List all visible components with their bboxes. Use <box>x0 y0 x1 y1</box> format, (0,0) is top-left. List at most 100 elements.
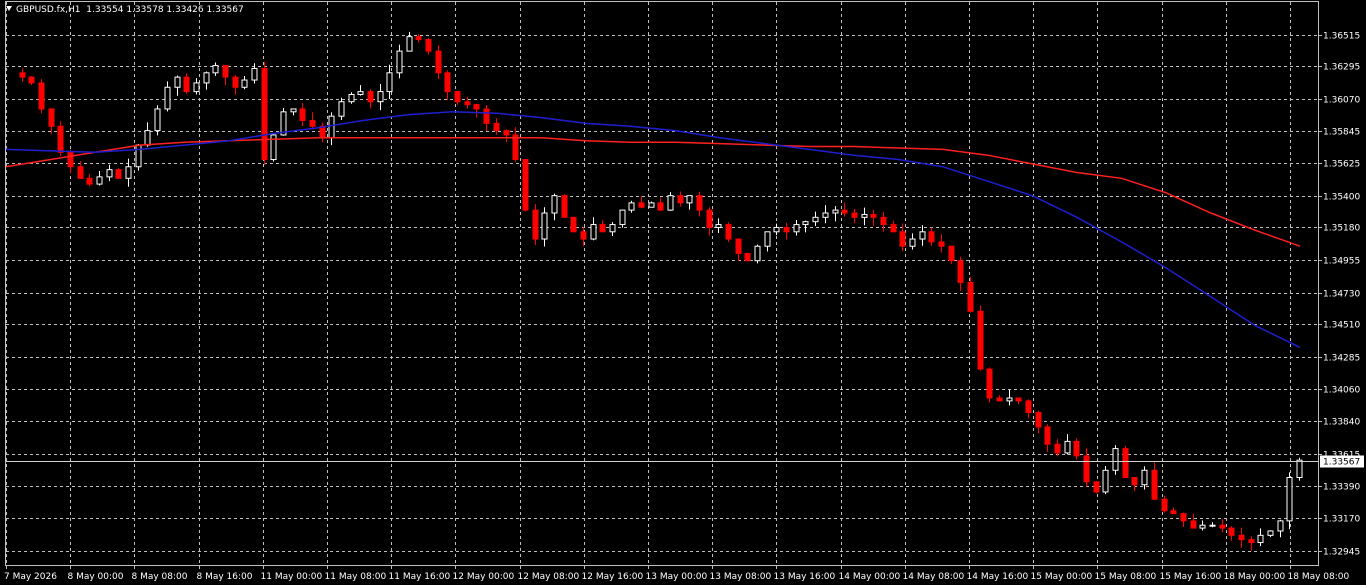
candle-body <box>1035 411 1042 428</box>
candle-body <box>251 67 258 81</box>
price-tick-label: 1.35845 <box>1323 128 1360 138</box>
candle-body <box>1161 498 1168 512</box>
candle-body <box>522 159 529 211</box>
candle-body <box>261 67 268 161</box>
time-tick-label: 11 May 00:00 <box>261 572 323 582</box>
candle-body <box>1025 400 1032 413</box>
candle-body <box>212 65 219 74</box>
candle-body <box>1015 397 1022 402</box>
candle-body <box>1151 469 1158 500</box>
candle-body <box>706 209 713 228</box>
candle-body <box>406 36 413 52</box>
candle-body <box>483 108 490 124</box>
candle-body <box>1277 520 1284 532</box>
candle-body <box>744 252 751 262</box>
candle-body <box>638 202 645 208</box>
time-tick-label: 13 May 08:00 <box>710 572 772 582</box>
candle-body <box>754 245 761 262</box>
candle-body <box>735 238 742 254</box>
candle-body <box>1267 530 1274 536</box>
candle-body <box>1064 440 1071 454</box>
price-tick-label: 1.32945 <box>1323 548 1360 558</box>
candle-body <box>822 212 829 218</box>
candle-body <box>454 91 461 103</box>
time-tick-label: 7 May 2026 <box>4 572 57 582</box>
candle-body <box>290 108 297 113</box>
candle-body <box>1044 426 1051 445</box>
candle-body <box>144 130 151 146</box>
candle-body <box>1257 534 1264 544</box>
chart-border <box>5 1 1319 566</box>
candle-body <box>38 82 45 110</box>
time-tick-label: 11 May 08:00 <box>325 572 387 582</box>
candle-body <box>580 231 587 240</box>
candle-body <box>919 231 926 240</box>
candle-body <box>996 397 1003 402</box>
candle-body <box>96 176 103 185</box>
candle-body <box>1190 520 1197 529</box>
candle-body <box>503 130 510 136</box>
candle-body <box>493 122 500 132</box>
candle-body <box>386 72 393 93</box>
candle-body <box>677 195 684 204</box>
candle-body <box>590 224 597 240</box>
candle-body <box>125 166 132 179</box>
price-tick-label: 1.33170 <box>1323 515 1360 525</box>
time-tick-label: 8 May 08:00 <box>132 572 188 582</box>
price-tick-label: 1.34955 <box>1323 257 1360 267</box>
candle-body <box>715 224 722 228</box>
candle-body <box>135 144 142 168</box>
candle-body <box>193 82 200 93</box>
candle-body <box>657 202 664 211</box>
candle-body <box>957 260 964 283</box>
candle-body <box>551 195 558 214</box>
candle-body <box>696 195 703 211</box>
candle-body <box>541 212 548 240</box>
candle-body <box>899 231 906 247</box>
candle-body <box>1102 469 1109 493</box>
time-tick-label: 13 May 00:00 <box>646 572 708 582</box>
candle-body <box>299 108 306 121</box>
candle-body <box>764 231 771 247</box>
candle-body <box>86 177 93 185</box>
candle-body <box>444 72 451 93</box>
ma-slow-line <box>5 111 1301 349</box>
candle-body <box>357 91 364 95</box>
candle-body <box>154 108 161 132</box>
time-tick-label: 14 May 08:00 <box>903 572 965 582</box>
price-tick-label: 1.34510 <box>1323 321 1360 331</box>
candle-body <box>435 50 442 74</box>
candle-body <box>773 226 780 233</box>
price-chart[interactable]: 1.36515 1.36295 1.36070 1.35845 1.35625 1.354… <box>0 0 1366 585</box>
price-tick-label: 1.36070 <box>1323 96 1360 106</box>
candle-body <box>338 101 345 117</box>
candle-body <box>174 76 181 88</box>
candle-body <box>377 91 384 103</box>
candle-body <box>686 195 693 204</box>
time-tick-label: 15 May 00:00 <box>1031 572 1093 582</box>
candle-body <box>1054 443 1061 454</box>
candle-body <box>870 213 877 218</box>
candle-body <box>890 224 897 233</box>
candle-body <box>473 104 480 110</box>
candle-body <box>948 245 955 262</box>
time-tick-label: 14 May 00:00 <box>839 572 901 582</box>
candle-body <box>115 169 122 179</box>
candle-body <box>203 72 210 84</box>
candle-body <box>1122 448 1129 479</box>
moving-averages <box>5 111 1301 349</box>
candle-body <box>570 216 577 233</box>
candle-body <box>812 216 819 223</box>
candle-body <box>561 195 568 218</box>
candle-body <box>425 39 432 52</box>
time-tick-label: 18 May 08:00 <box>1288 572 1350 582</box>
candle-body <box>793 224 800 233</box>
price-tick-label: 1.33390 <box>1323 483 1360 493</box>
candle-body <box>1219 524 1226 529</box>
time-axis: 7 May 2026 8 May 00:00 8 May 08:00 8 May 16… <box>4 565 1349 582</box>
candle-body <box>938 241 945 247</box>
candle-body <box>48 108 55 127</box>
candle-body <box>1093 481 1100 493</box>
time-tick-label: 14 May 16:00 <box>967 572 1029 582</box>
price-tick-label: 1.34285 <box>1323 354 1360 364</box>
